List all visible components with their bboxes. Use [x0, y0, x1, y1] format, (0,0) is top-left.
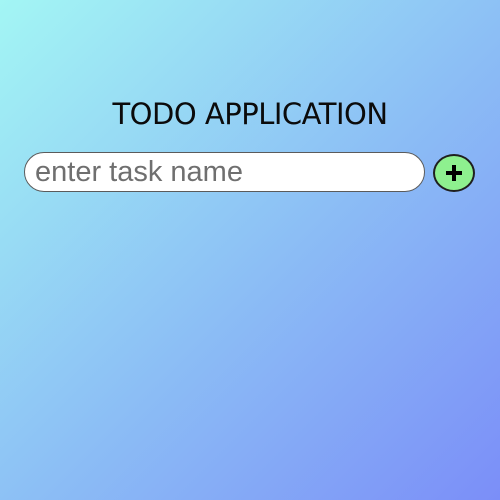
add-task-form: [24, 152, 476, 194]
todo-app: TODO APPLICATION: [0, 0, 500, 500]
plus-icon: [445, 164, 463, 182]
task-name-input[interactable]: [24, 152, 425, 192]
add-task-button[interactable]: [433, 154, 475, 192]
page-title: TODO APPLICATION: [112, 97, 388, 131]
